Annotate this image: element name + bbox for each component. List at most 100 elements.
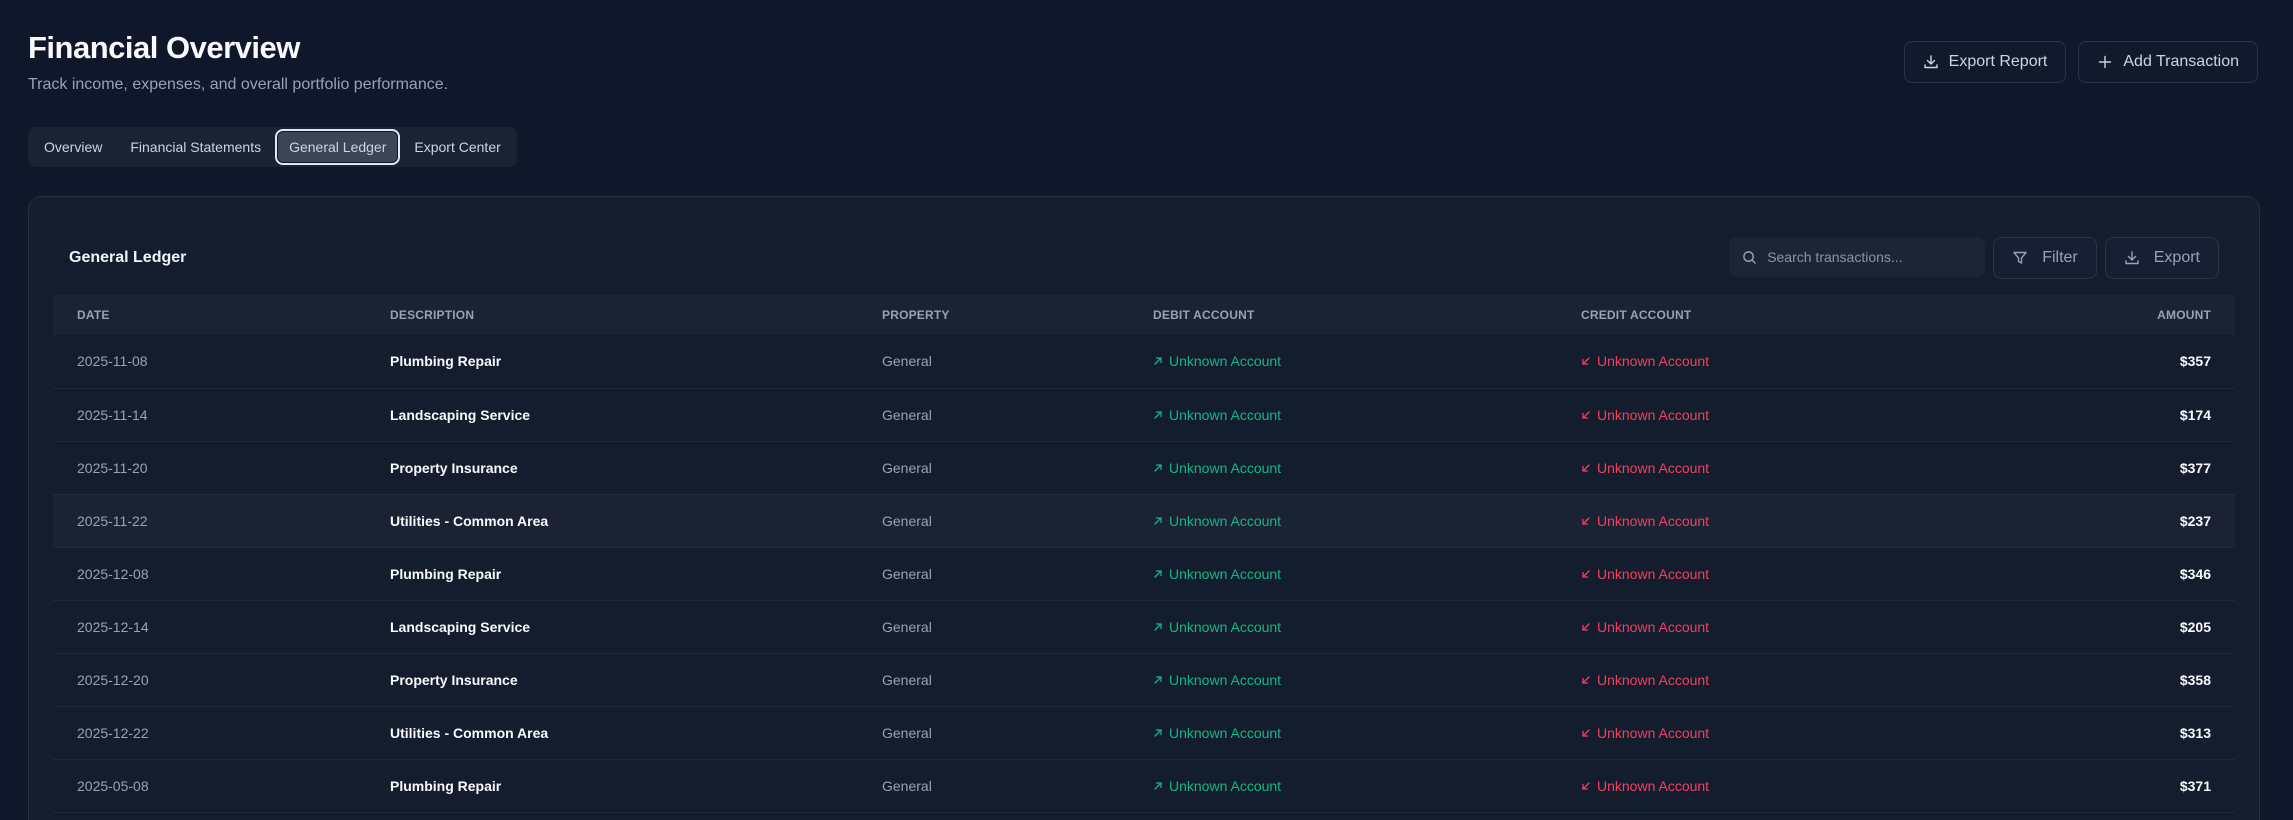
debit-account: Unknown Account xyxy=(1153,619,1281,635)
table-row[interactable]: 2025-12-20 Property Insurance General Unkno… xyxy=(53,653,2235,706)
ledger-table: Date Description Property Debit Account … xyxy=(53,295,2235,813)
page-subtitle: Track income, expenses, and overall port… xyxy=(28,76,449,93)
table-row[interactable]: 2025-11-22 Utilities - Common Area General… xyxy=(53,494,2235,547)
debit-account: Unknown Account xyxy=(1153,672,1281,688)
cell-credit-account: Unknown Account xyxy=(1557,706,1985,759)
debit-account: Unknown Account xyxy=(1153,353,1281,369)
cell-description: Utilities - Common Area xyxy=(390,724,549,741)
ledger-table-wrapper: Date Description Property Debit Account … xyxy=(53,295,2235,813)
column-header-amount[interactable]: Amount xyxy=(1985,295,2235,335)
tab-bar: Overview Financial Statements General Le… xyxy=(28,127,517,167)
table-row[interactable]: 2025-12-22 Utilities - Common Area General… xyxy=(53,706,2235,759)
column-header-property[interactable]: Property xyxy=(858,295,1129,335)
debit-account: Unknown Account xyxy=(1153,513,1281,529)
cell-date: 2025-05-08 xyxy=(77,777,149,794)
search-icon xyxy=(1743,250,1757,264)
debit-account-label: Unknown Account xyxy=(1169,724,1282,741)
debit-account-label: Unknown Account xyxy=(1169,565,1282,582)
cell-property: General xyxy=(882,671,932,688)
debit-account-label: Unknown Account xyxy=(1169,512,1282,529)
cell-date: 2025-12-14 xyxy=(77,618,149,635)
arrow-down-left-icon xyxy=(1582,357,1590,365)
debit-account-label: Unknown Account xyxy=(1169,777,1282,794)
cell-property: General xyxy=(882,459,932,476)
arrow-up-right-icon xyxy=(1154,781,1162,790)
cell-credit-account: Unknown Account xyxy=(1557,759,1985,812)
column-header-date[interactable]: Date xyxy=(53,295,366,335)
cell-amount: $358 xyxy=(2179,671,2211,688)
cell-amount: $313 xyxy=(2179,724,2211,741)
arrow-down-left-icon xyxy=(1582,622,1590,631)
cell-property: General xyxy=(882,512,932,529)
credit-account-label: Unknown Account xyxy=(1597,671,1710,688)
cell-description: Property Insurance xyxy=(390,671,518,688)
cell-amount: $377 xyxy=(2179,459,2211,476)
cell-amount: $346 xyxy=(2179,565,2211,582)
page-title: Financial Overview xyxy=(28,30,300,65)
cell-debit-account: Unknown Account xyxy=(1129,335,1557,388)
add-transaction-button[interactable]: Add Transaction xyxy=(2078,41,2258,83)
filter-icon xyxy=(2013,251,2027,264)
table-row[interactable]: 2025-11-08 Plumbing Repair General Unknown … xyxy=(53,335,2235,388)
cell-debit-account: Unknown Account xyxy=(1129,494,1557,547)
table-row[interactable]: 2025-11-20 Property Insurance General Unkno… xyxy=(53,441,2235,494)
table-row[interactable]: 2025-05-08 Plumbing Repair General Unknown … xyxy=(53,759,2235,812)
search-input[interactable] xyxy=(1767,249,1968,265)
cell-credit-account: Unknown Account xyxy=(1557,494,1985,547)
cell-amount: $371 xyxy=(2179,777,2211,794)
cell-amount: $357 xyxy=(2179,353,2211,370)
debit-account: Unknown Account xyxy=(1153,407,1281,423)
search-box xyxy=(1729,237,1986,277)
credit-account-label: Unknown Account xyxy=(1597,353,1710,370)
cell-description: Property Insurance xyxy=(390,459,518,476)
cell-property: General xyxy=(882,777,932,794)
cell-debit-account: Unknown Account xyxy=(1129,600,1557,653)
column-header-credit-account[interactable]: Credit Account xyxy=(1557,295,1985,335)
debit-account: Unknown Account xyxy=(1153,566,1281,582)
cell-debit-account: Unknown Account xyxy=(1129,653,1557,706)
card-title: General Ledger xyxy=(69,249,187,266)
column-header-debit-account[interactable]: Debit Account xyxy=(1129,295,1557,335)
filter-label: Filter xyxy=(2042,249,2078,266)
debit-account-label: Unknown Account xyxy=(1169,353,1282,370)
export-label: Export xyxy=(2153,249,2200,266)
download-icon xyxy=(1923,55,1938,69)
cell-date: 2025-11-20 xyxy=(77,459,148,476)
export-button[interactable]: Export xyxy=(2104,237,2219,279)
cell-credit-account: Unknown Account xyxy=(1557,335,1985,388)
filter-button[interactable]: Filter xyxy=(1993,237,2097,279)
cell-property: General xyxy=(882,618,932,635)
credit-account-label: Unknown Account xyxy=(1597,512,1710,529)
cell-credit-account: Unknown Account xyxy=(1557,600,1985,653)
cell-debit-account: Unknown Account xyxy=(1129,759,1557,812)
export-report-label: Export Report xyxy=(1948,53,2048,70)
arrow-up-right-icon xyxy=(1154,569,1162,578)
financial-overview-page: Financial Overview Track income, expense… xyxy=(0,0,2293,820)
cell-amount: $237 xyxy=(2179,512,2211,529)
cell-description: Plumbing Repair xyxy=(390,777,502,794)
column-header-description[interactable]: Description xyxy=(366,295,858,335)
tab-overview[interactable]: Overview xyxy=(32,131,114,163)
cell-description: Landscaping Service xyxy=(390,618,531,635)
tab-export-center[interactable]: Export Center xyxy=(402,131,512,163)
credit-account-label: Unknown Account xyxy=(1597,459,1710,476)
credit-account: Unknown Account xyxy=(1581,460,1709,476)
tab-financial-statements[interactable]: Financial Statements xyxy=(118,131,273,163)
cell-debit-account: Unknown Account xyxy=(1129,706,1557,759)
table-row[interactable]: 2025-12-08 Plumbing Repair General Unknown … xyxy=(53,547,2235,600)
table-row[interactable]: 2025-12-14 Landscaping Service General Unkn… xyxy=(53,600,2235,653)
credit-account: Unknown Account xyxy=(1581,778,1709,794)
export-report-button[interactable]: Export Report xyxy=(1903,41,2067,83)
arrow-up-right-icon xyxy=(1154,675,1162,684)
arrow-down-left-icon xyxy=(1582,675,1590,684)
general-ledger-card: General Ledger Filter xyxy=(28,196,2260,820)
cell-date: 2025-12-20 xyxy=(77,671,149,688)
tab-general-ledger[interactable]: General Ledger xyxy=(275,129,401,165)
arrow-down-left-icon xyxy=(1582,781,1590,790)
credit-account-label: Unknown Account xyxy=(1597,724,1710,741)
debit-account: Unknown Account xyxy=(1153,725,1281,741)
table-row[interactable]: 2025-11-14 Landscaping Service General Unkn… xyxy=(53,388,2235,441)
cell-property: General xyxy=(882,353,932,370)
credit-account: Unknown Account xyxy=(1581,725,1709,741)
table-header-row: Date Description Property Debit Account … xyxy=(53,295,2235,335)
